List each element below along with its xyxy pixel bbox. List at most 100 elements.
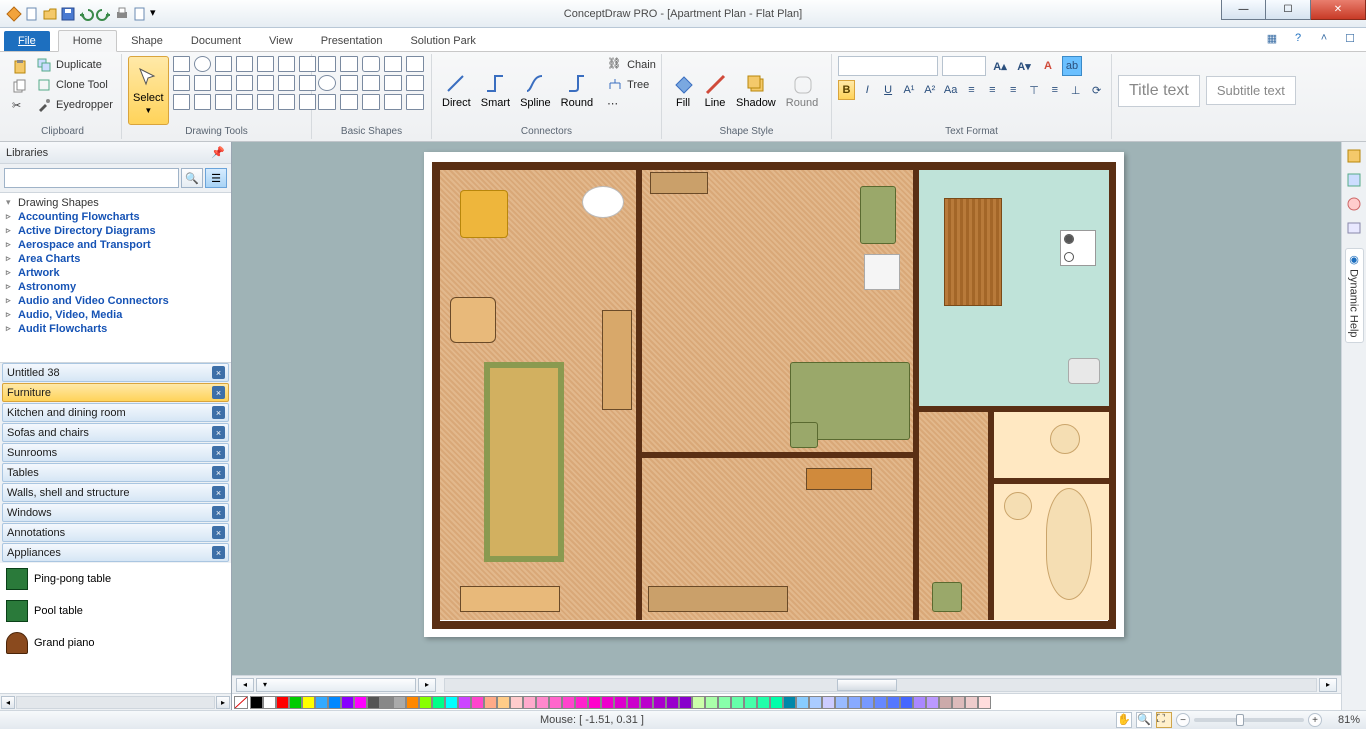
scroll-left-icon[interactable]: ◂ bbox=[1, 696, 15, 709]
case-button[interactable]: Aa bbox=[942, 80, 959, 100]
shadow-button[interactable]: Shadow bbox=[732, 56, 780, 125]
color-swatch[interactable] bbox=[536, 696, 549, 709]
tab-solution-park[interactable]: Solution Park bbox=[396, 31, 489, 51]
tree-item[interactable]: Area Charts bbox=[4, 252, 227, 266]
open-library-item[interactable]: Tables× bbox=[2, 463, 229, 482]
color-swatch[interactable] bbox=[549, 696, 562, 709]
maximize-button[interactable]: ☐ bbox=[1266, 0, 1311, 20]
align-center-icon[interactable]: ≡ bbox=[984, 80, 1001, 100]
color-swatch[interactable] bbox=[978, 696, 991, 709]
zoom-out-button[interactable]: − bbox=[1176, 713, 1190, 727]
color-swatch[interactable] bbox=[510, 696, 523, 709]
loveseat[interactable] bbox=[860, 186, 896, 244]
connector-more[interactable]: ⋯ bbox=[605, 96, 658, 114]
open-library-item[interactable]: Furniture× bbox=[2, 383, 229, 402]
color-swatch[interactable] bbox=[588, 696, 601, 709]
font-color-icon[interactable]: A bbox=[1038, 56, 1058, 76]
shrink-font-icon[interactable]: A▾ bbox=[1014, 56, 1034, 76]
close-library-icon[interactable]: × bbox=[212, 546, 225, 559]
color-swatch[interactable] bbox=[835, 696, 848, 709]
color-swatch[interactable] bbox=[796, 696, 809, 709]
color-swatch[interactable] bbox=[757, 696, 770, 709]
align-top-icon[interactable]: ⊤ bbox=[1026, 80, 1043, 100]
subtitle-text-style[interactable]: Subtitle text bbox=[1206, 76, 1296, 105]
drawing-page[interactable] bbox=[424, 152, 1124, 637]
tree-item[interactable]: Artwork bbox=[4, 266, 227, 280]
tree-item[interactable]: Audit Flowcharts bbox=[4, 322, 227, 336]
open-library-item[interactable]: Sunrooms× bbox=[2, 443, 229, 462]
color-swatch[interactable] bbox=[848, 696, 861, 709]
color-swatch[interactable] bbox=[653, 696, 666, 709]
pin-icon[interactable]: 📌 bbox=[211, 146, 225, 159]
color-swatch[interactable] bbox=[679, 696, 692, 709]
color-swatch[interactable] bbox=[263, 696, 276, 709]
shape-item[interactable]: Ping-pong table bbox=[0, 563, 231, 595]
open-library-item[interactable]: Appliances× bbox=[2, 543, 229, 562]
print-icon[interactable] bbox=[114, 6, 130, 22]
color-swatch[interactable] bbox=[341, 696, 354, 709]
color-swatch[interactable] bbox=[419, 696, 432, 709]
color-swatch[interactable] bbox=[484, 696, 497, 709]
rug[interactable] bbox=[484, 362, 564, 562]
open-library-item[interactable]: Windows× bbox=[2, 503, 229, 522]
color-swatch[interactable] bbox=[705, 696, 718, 709]
underline-button[interactable]: U bbox=[880, 80, 897, 100]
color-swatch[interactable] bbox=[276, 696, 289, 709]
rail-icon-4[interactable] bbox=[1346, 220, 1362, 236]
italic-button[interactable]: I bbox=[859, 80, 876, 100]
qat-dropdown-icon[interactable]: ▾ bbox=[150, 6, 160, 22]
sink[interactable] bbox=[1068, 358, 1100, 384]
cabinet-2[interactable] bbox=[648, 586, 788, 612]
color-swatch[interactable] bbox=[315, 696, 328, 709]
color-swatch[interactable] bbox=[562, 696, 575, 709]
zoom-in-button[interactable]: + bbox=[1308, 713, 1322, 727]
rail-icon-3[interactable] bbox=[1346, 196, 1362, 212]
close-library-icon[interactable]: × bbox=[212, 526, 225, 539]
close-library-icon[interactable]: × bbox=[212, 446, 225, 459]
close-library-icon[interactable]: × bbox=[212, 466, 225, 479]
connector-direct[interactable]: Direct bbox=[438, 56, 475, 125]
help-icon[interactable]: ? bbox=[1290, 30, 1306, 46]
hand-tool-icon[interactable]: ✋ bbox=[1116, 712, 1132, 728]
libraries-hscroll[interactable]: ◂ ▸ bbox=[0, 693, 231, 710]
fit-page-icon[interactable]: ⛶ bbox=[1156, 712, 1172, 728]
connector-spline[interactable]: Spline bbox=[516, 56, 555, 125]
side-cabinet[interactable] bbox=[602, 310, 632, 410]
toilet[interactable] bbox=[1050, 424, 1080, 454]
bold-button[interactable]: B bbox=[838, 80, 855, 100]
drawing-tools-grid[interactable] bbox=[173, 56, 316, 125]
color-swatch[interactable] bbox=[497, 696, 510, 709]
color-swatch[interactable] bbox=[289, 696, 302, 709]
tree-item[interactable]: Active Directory Diagrams bbox=[4, 224, 227, 238]
canvas-hscrollbar[interactable] bbox=[444, 678, 1317, 692]
shape-item[interactable]: Grand piano bbox=[0, 627, 231, 659]
cabinet-1[interactable] bbox=[650, 172, 708, 194]
color-swatch[interactable] bbox=[432, 696, 445, 709]
close-button[interactable]: ✕ bbox=[1311, 0, 1366, 20]
paste-button[interactable] bbox=[10, 58, 30, 76]
maximize-doc-icon[interactable]: ☐ bbox=[1342, 30, 1358, 46]
redo-icon[interactable] bbox=[96, 6, 112, 22]
connector-chain[interactable]: ⛓Chain bbox=[605, 56, 658, 74]
open-library-item[interactable]: Annotations× bbox=[2, 523, 229, 542]
title-text-style[interactable]: Title text bbox=[1118, 75, 1200, 107]
color-palette[interactable] bbox=[232, 693, 1341, 710]
zoom-percent[interactable]: 81% bbox=[1326, 714, 1360, 726]
font-size-combo[interactable] bbox=[942, 56, 986, 76]
color-swatch[interactable] bbox=[614, 696, 627, 709]
line-button[interactable]: Line bbox=[700, 56, 730, 125]
align-bottom-icon[interactable]: ⊥ bbox=[1067, 80, 1084, 100]
color-swatch[interactable] bbox=[380, 696, 393, 709]
save-icon[interactable] bbox=[60, 6, 76, 22]
color-swatch[interactable] bbox=[640, 696, 653, 709]
collapse-ribbon-icon[interactable]: ˄ bbox=[1316, 30, 1332, 46]
rail-icon-1[interactable] bbox=[1346, 148, 1362, 164]
armchair[interactable] bbox=[460, 190, 508, 238]
shapes-list[interactable]: Ping-pong tablePool tableGrand piano bbox=[0, 563, 231, 693]
color-swatch[interactable] bbox=[874, 696, 887, 709]
search-button[interactable]: 🔍 bbox=[181, 168, 203, 188]
align-left-icon[interactable]: ≡ bbox=[963, 80, 980, 100]
rail-icon-2[interactable] bbox=[1346, 172, 1362, 188]
desk[interactable] bbox=[450, 297, 496, 343]
color-swatch[interactable] bbox=[601, 696, 614, 709]
